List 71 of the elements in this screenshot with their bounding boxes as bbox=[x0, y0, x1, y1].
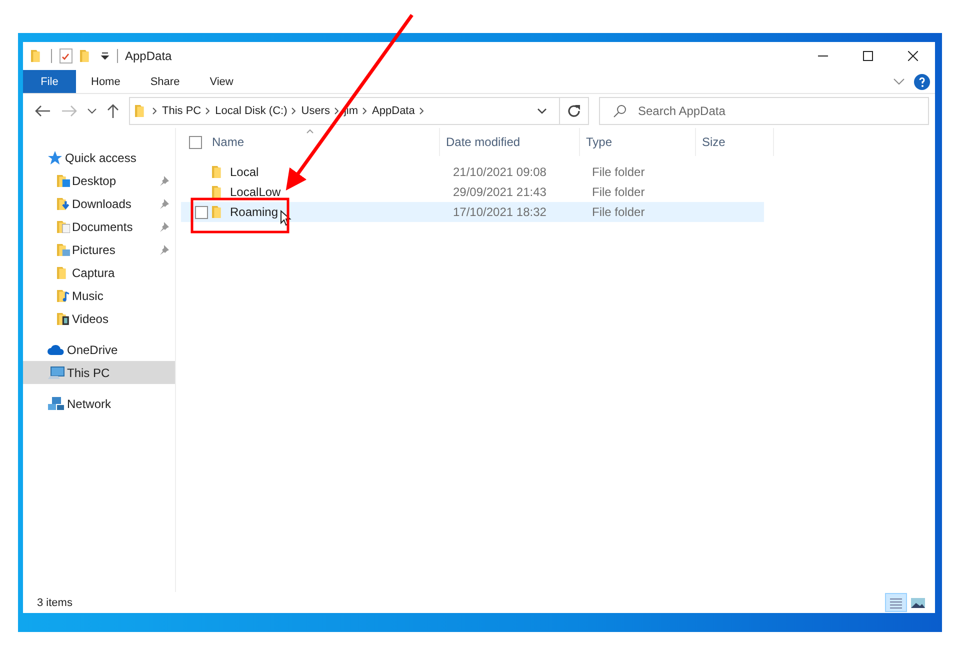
row-checkbox[interactable] bbox=[195, 206, 208, 218]
back-icon[interactable] bbox=[35, 105, 51, 117]
history-dropdown-icon[interactable] bbox=[537, 107, 547, 115]
recent-locations-icon[interactable] bbox=[87, 107, 97, 115]
search-icon bbox=[613, 104, 627, 118]
desktop-folder-icon bbox=[57, 174, 70, 186]
list-icon bbox=[889, 596, 903, 608]
videos-folder-icon bbox=[57, 312, 70, 324]
select-all-checkbox[interactable] bbox=[189, 136, 202, 148]
file-row[interactable]: LocalLow 29/09/2021 21:43 File folder bbox=[181, 182, 764, 202]
nav-item[interactable]: This PC bbox=[23, 361, 175, 384]
chevron-icon[interactable] bbox=[205, 107, 212, 115]
documents-folder-icon bbox=[57, 220, 70, 232]
computer-icon bbox=[47, 366, 65, 380]
date-cell-text: 21/10/2021 09:08 bbox=[452, 165, 548, 179]
search-field[interactable]: Search AppData bbox=[599, 97, 929, 125]
up-icon[interactable] bbox=[107, 104, 119, 118]
column-header[interactable]: Name bbox=[181, 128, 440, 156]
chevron-icon[interactable] bbox=[418, 107, 425, 115]
breadcrumb-item[interactable]: Users bbox=[301, 105, 330, 117]
date-cell-text: 29/09/2021 21:43 bbox=[452, 185, 548, 199]
chevron-icon[interactable] bbox=[362, 107, 368, 115]
cloud-icon bbox=[47, 344, 65, 356]
dropdown-icon[interactable] bbox=[100, 51, 110, 61]
file-row[interactable]: Local 21/10/2021 09:08 File folder bbox=[181, 162, 764, 182]
date-cell-text: 17/10/2021 18:32 bbox=[452, 205, 548, 219]
nav-item[interactable]: Pictures bbox=[23, 238, 175, 261]
checklist-icon[interactable] bbox=[59, 48, 73, 64]
nav-item[interactable]: Videos bbox=[23, 307, 175, 330]
file-name: Roaming bbox=[230, 205, 278, 219]
chevron-icon[interactable] bbox=[291, 107, 298, 115]
nav-item[interactable]: Documents bbox=[23, 215, 175, 238]
expand-ribbon-icon[interactable] bbox=[893, 78, 905, 86]
nav-item[interactable]: Quick access bbox=[23, 146, 175, 169]
close-icon bbox=[908, 51, 918, 61]
window-title: AppData bbox=[125, 49, 172, 63]
ribbon-tab[interactable]: Home bbox=[76, 70, 136, 93]
refresh-icon bbox=[567, 104, 581, 118]
mouse-pointer-icon bbox=[280, 210, 292, 226]
file-name: LocalLow bbox=[230, 185, 281, 199]
breadcrumb-item[interactable]: Local Disk (C:) bbox=[215, 105, 288, 117]
breadcrumb-item[interactable]: AppData bbox=[372, 105, 415, 117]
breadcrumb-item[interactable]: This PC bbox=[162, 105, 202, 117]
nav-item[interactable]: Captura bbox=[23, 261, 175, 284]
star-icon bbox=[47, 150, 63, 166]
maximize-icon bbox=[862, 51, 872, 61]
landscape-icon bbox=[910, 596, 926, 608]
type-cell-text: File folder bbox=[591, 165, 646, 179]
nav-item[interactable]: Desktop bbox=[23, 169, 175, 192]
pictures-folder-icon bbox=[57, 244, 70, 256]
nav-item[interactable]: Network bbox=[23, 392, 175, 415]
refresh-button[interactable] bbox=[559, 97, 589, 125]
column-header[interactable]: Size bbox=[696, 128, 774, 156]
type-cell-text: File folder bbox=[591, 185, 646, 199]
help-icon[interactable] bbox=[914, 74, 930, 90]
ribbon-tab[interactable]: View bbox=[194, 70, 248, 93]
downloads-folder-icon bbox=[57, 198, 70, 210]
nav-item[interactable]: Music bbox=[23, 284, 175, 307]
chevron-icon[interactable] bbox=[334, 107, 340, 115]
nav-item[interactable]: Downloads bbox=[23, 192, 175, 215]
music-folder-icon bbox=[57, 290, 70, 302]
item-count: 3 items bbox=[37, 596, 72, 608]
type-cell-text: File folder bbox=[591, 205, 646, 219]
network-icon bbox=[47, 396, 65, 412]
chevron-icon[interactable] bbox=[152, 107, 158, 115]
file-name: Local bbox=[230, 165, 259, 179]
nav-item[interactable]: OneDrive bbox=[23, 338, 175, 361]
file-menu-button[interactable]: File bbox=[23, 70, 76, 93]
ribbon-tab[interactable]: Share bbox=[135, 70, 195, 93]
column-header[interactable]: Type bbox=[580, 128, 696, 156]
column-header[interactable]: Date modified bbox=[440, 128, 580, 156]
